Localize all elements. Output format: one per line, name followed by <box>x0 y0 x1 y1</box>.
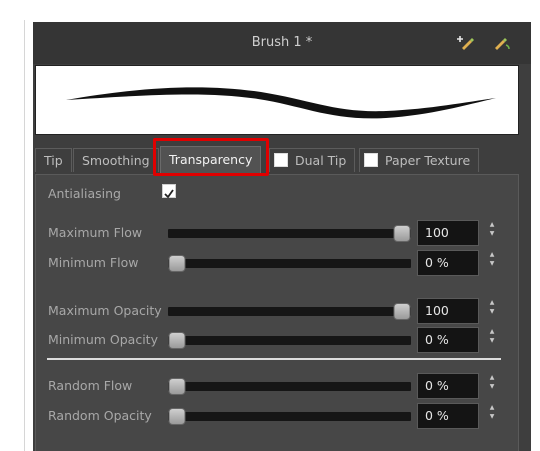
tab-tip[interactable]: Tip <box>35 148 72 172</box>
random-opacity-field[interactable]: 0 % <box>417 403 479 429</box>
min-opacity-slider-thumb[interactable] <box>168 332 186 349</box>
add-brush-icon[interactable] <box>457 34 477 52</box>
max-opacity-slider[interactable] <box>168 303 411 320</box>
max-flow-field[interactable]: 100 <box>417 220 479 246</box>
max-flow-label: Maximum Flow <box>48 225 143 240</box>
tab-bar: Tip Smoothing Transparency Dual Tip Pape… <box>33 146 531 174</box>
max-flow-slider[interactable] <box>168 225 411 242</box>
tab-dual-tip-label: Dual Tip <box>295 153 347 168</box>
min-flow-field[interactable]: 0 % <box>417 250 479 276</box>
rename-brush-icon[interactable] <box>491 34 511 52</box>
max-opacity-label: Maximum Opacity <box>48 303 162 318</box>
brush-stroke-preview <box>35 65 519 135</box>
min-opacity-field[interactable]: 0 % <box>417 327 479 353</box>
dual-tip-checkbox[interactable] <box>274 153 288 167</box>
random-flow-slider-thumb[interactable] <box>168 378 186 395</box>
random-flow-slider[interactable] <box>168 378 411 395</box>
tab-paper-texture[interactable]: Paper Texture <box>359 148 480 172</box>
tab-tip-label: Tip <box>44 153 63 168</box>
paper-texture-checkbox[interactable] <box>364 153 378 167</box>
random-opacity-label: Random Opacity <box>48 408 152 423</box>
min-opacity-label: Minimum Opacity <box>48 332 158 347</box>
transparency-tab-highlight <box>153 138 269 176</box>
min-opacity-spinner[interactable]: ▲ ▼ <box>487 327 497 353</box>
checkmark-icon <box>164 189 174 199</box>
frame-border <box>24 20 25 451</box>
min-flow-slider-thumb[interactable] <box>168 255 186 272</box>
min-flow-label: Minimum Flow <box>48 255 139 270</box>
random-opacity-spinner[interactable]: ▲ ▼ <box>487 403 497 429</box>
panel-header: Brush 1 * <box>33 22 531 64</box>
antialiasing-checkbox[interactable] <box>162 184 176 199</box>
tab-smoothing[interactable]: Smoothing <box>73 148 159 172</box>
min-flow-slider[interactable] <box>168 255 411 272</box>
max-opacity-slider-thumb[interactable] <box>393 303 411 320</box>
brush-properties-panel: Brush 1 * Tip Smoothing Transparency Dua… <box>33 22 531 451</box>
random-flow-spinner[interactable]: ▲ ▼ <box>487 373 497 399</box>
random-opacity-slider[interactable] <box>168 408 411 425</box>
max-opacity-spinner[interactable]: ▲ ▼ <box>487 298 497 324</box>
random-flow-field[interactable]: 0 % <box>417 373 479 399</box>
max-flow-slider-thumb[interactable] <box>393 225 411 242</box>
min-flow-spinner[interactable]: ▲ ▼ <box>487 250 497 276</box>
antialiasing-label: Antialiasing <box>48 186 121 201</box>
min-opacity-slider[interactable] <box>168 332 411 349</box>
max-opacity-field[interactable]: 100 <box>417 298 479 324</box>
tab-paper-texture-label: Paper Texture <box>385 153 471 168</box>
brush-stroke-shape <box>66 87 496 119</box>
max-flow-spinner[interactable]: ▲ ▼ <box>487 220 497 246</box>
tab-dual-tip[interactable]: Dual Tip <box>269 148 356 172</box>
random-opacity-slider-thumb[interactable] <box>168 408 186 425</box>
tab-smoothing-label: Smoothing <box>82 153 150 168</box>
random-flow-label: Random Flow <box>48 378 133 393</box>
section-divider <box>47 358 501 360</box>
